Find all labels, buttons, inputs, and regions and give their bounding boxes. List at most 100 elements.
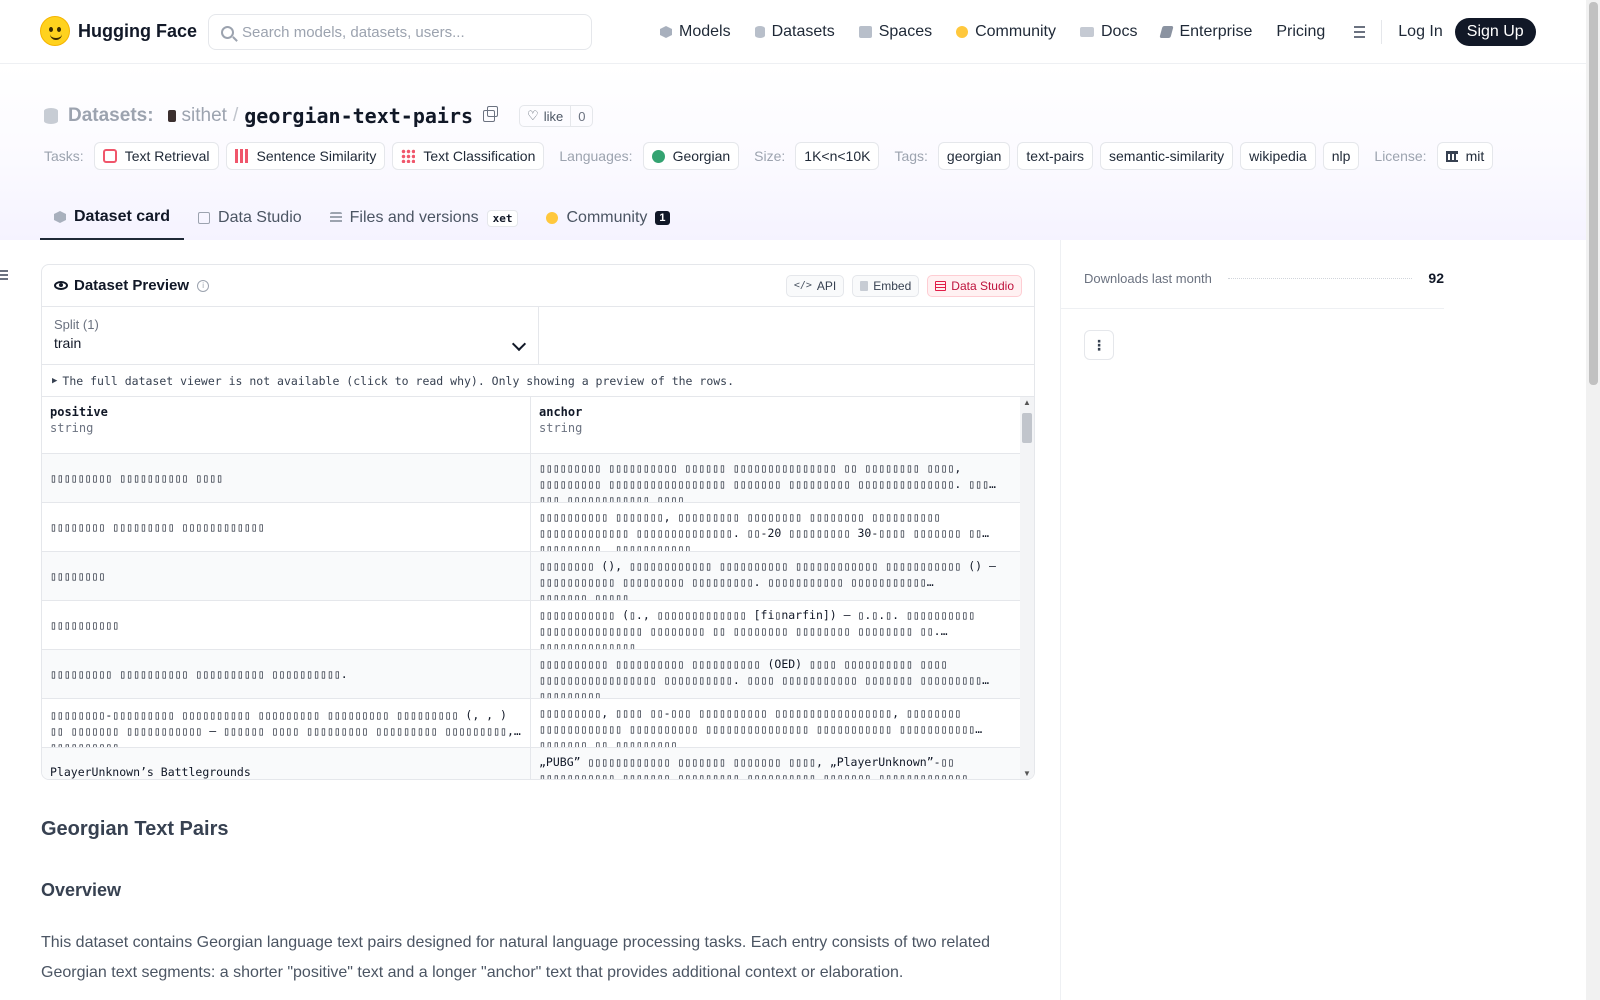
text-classification-icon (401, 149, 416, 163)
tag-chip-wikipedia[interactable]: wikipedia (1240, 142, 1316, 170)
tab-data-studio[interactable]: Data Studio (184, 196, 316, 240)
cell-positive: ▯▯▯▯▯▯▯▯▯▯ (42, 601, 531, 649)
like-label: like (543, 108, 564, 124)
nav-models-label: Models (679, 23, 731, 40)
nav-community[interactable]: Community (956, 23, 1056, 41)
tag-chip-georgian[interactable]: georgian (937, 142, 1011, 170)
cell-positive: ▯▯▯▯▯▯▯▯ ▯▯▯▯▯▯▯▯▯ ▯▯▯▯▯▯▯▯▯▯▯▯ (42, 503, 531, 551)
repo-owner-link[interactable]: sithet (182, 105, 227, 127)
table-row[interactable]: ▯▯▯▯▯▯▯▯▯ ▯▯▯▯▯▯▯▯▯▯ ▯▯▯▯▯▯▯▯▯▯ ▯▯▯▯▯▯▯▯… (42, 650, 1034, 699)
table-scrollbar[interactable]: ▲ ▼ (1020, 397, 1034, 779)
table-row[interactable]: ▯▯▯▯▯▯▯▯-▯▯▯▯▯▯▯▯▯ ▯▯▯▯▯▯▯▯▯▯ ▯▯▯▯▯▯▯▯▯ … (42, 699, 1034, 748)
info-icon[interactable]: i (197, 279, 210, 292)
tab-community[interactable]: Community 1 (532, 196, 683, 240)
search-input[interactable] (242, 23, 562, 41)
nav-docs-label: Docs (1101, 23, 1138, 40)
language-chip-label: Georgian (672, 148, 731, 164)
language-chip-georgian[interactable]: Georgian (642, 142, 740, 170)
viewer-notice-text: The full dataset viewer is not available… (62, 373, 735, 388)
license-label: License: (1374, 148, 1427, 164)
table-row[interactable]: ▯▯▯▯▯▯▯▯▯▯ ▯▯▯▯▯▯▯▯▯▯▯ (▯., ▯▯▯▯▯▯▯▯▯▯▯▯… (42, 601, 1034, 650)
table-header: positive string anchor string (42, 397, 1034, 454)
copy-icon[interactable] (483, 106, 499, 122)
task-chip-text-classification[interactable]: Text Classification (392, 142, 545, 170)
tab-files-and-versions[interactable]: Files and versions xet (316, 196, 533, 240)
task-chip-label: Text Retrieval (124, 148, 210, 164)
globe-icon (651, 149, 665, 163)
tag-row: Tasks: Text Retrieval Sentence Similarit… (44, 142, 1500, 170)
tasks-label: Tasks: (44, 148, 84, 164)
api-button[interactable]: </> API (785, 274, 845, 297)
viewer-notice[interactable]: ▶ The full dataset viewer is not availab… (42, 365, 1034, 397)
signup-button[interactable]: Sign Up (1454, 18, 1536, 46)
size-chip[interactable]: 1K<n<10K (795, 142, 880, 170)
downloads-stat: Downloads last month 92 (1084, 268, 1444, 288)
data-studio-button[interactable]: Data Studio (927, 274, 1022, 297)
breadcrumb-separator: / (232, 105, 239, 126)
cell-anchor: ▯▯▯▯▯▯▯▯▯, ▯▯▯▯ ▯▯-▯▯▯ ▯▯▯▯▯▯▯▯▯▯ ▯▯▯▯▯▯… (539, 706, 976, 747)
dataset-card-icon (54, 211, 66, 223)
column-header-positive[interactable]: positive string (42, 397, 531, 453)
nav-enterprise[interactable]: Enterprise (1159, 23, 1253, 41)
dotted-leader (1227, 277, 1413, 279)
like-count[interactable]: 0 (570, 106, 592, 126)
tag-chip-nlp[interactable]: nlp (1322, 142, 1360, 170)
docs-icon (1080, 27, 1094, 37)
embed-button[interactable]: Embed (852, 274, 920, 297)
sidebar-toggle-icon[interactable] (0, 270, 10, 280)
column-name: anchor (539, 405, 583, 419)
spaces-icon (858, 26, 872, 38)
nav-enterprise-label: Enterprise (1179, 23, 1253, 40)
more-options-button[interactable]: ⋮ (1084, 330, 1114, 360)
scroll-up-icon[interactable]: ▲ (1023, 398, 1031, 407)
heart-icon: ♡ (527, 108, 539, 123)
cell-anchor: ▯▯▯▯▯▯▯▯ (), ▯▯▯▯▯▯▯▯▯▯▯▯ ▯▯▯▯▯▯▯▯▯▯ ▯▯▯… (539, 559, 996, 600)
nav-pricing[interactable]: Pricing (1276, 23, 1325, 41)
login-link[interactable]: Log In (1398, 23, 1442, 41)
page-scrollbar-thumb[interactable] (1589, 2, 1598, 385)
scroll-down-icon[interactable]: ▼ (1023, 769, 1031, 778)
table-row[interactable]: ▯▯▯▯▯▯▯▯▯ ▯▯▯▯▯▯▯▯▯▯ ▯▯▯▯ ▯▯▯▯▯▯▯▯▯ ▯▯▯▯… (42, 454, 1034, 503)
page-scrollbar[interactable] (1586, 0, 1600, 1000)
xet-badge: xet (486, 209, 519, 227)
tag-chip-semantic-similarity[interactable]: semantic-similarity (1100, 142, 1234, 170)
brand-logo[interactable]: Hugging Face (40, 16, 197, 46)
disclosure-triangle-icon: ▶ (52, 375, 58, 386)
table-row[interactable]: PlayerUnknown’s Battlegrounds „PUBG” ▯▯▯… (42, 748, 1034, 779)
task-chip-sentence-similarity[interactable]: Sentence Similarity (225, 142, 386, 170)
overview-heading: Overview (41, 880, 122, 900)
nav-models[interactable]: Models (660, 23, 731, 41)
column-type: string (539, 421, 583, 435)
cell-anchor: ▯▯▯▯▯▯▯▯▯▯ ▯▯▯▯▯▯▯, ▯▯▯▯▯▯▯▯▯ ▯▯▯▯▯▯▯▯ ▯… (539, 510, 983, 551)
table-row[interactable]: ▯▯▯▯▯▯▯▯ ▯▯▯▯▯▯▯▯▯ ▯▯▯▯▯▯▯▯▯▯▯▯ ▯▯▯▯▯▯▯▯… (42, 503, 1034, 552)
nav-datasets[interactable]: Datasets (754, 23, 835, 41)
models-icon (660, 26, 672, 38)
tab-dataset-card[interactable]: Dataset card (40, 196, 185, 240)
community-count-badge: 1 (655, 211, 670, 225)
top-navbar: Hugging Face Models Datasets Spaces Comm… (0, 0, 1586, 64)
tab-data-studio-label: Data Studio (218, 209, 302, 226)
cell-anchor: ▯▯▯▯▯▯▯▯▯▯ ▯▯▯▯▯▯▯▯▯▯ ▯▯▯▯▯▯▯▯▯▯ (OED) ▯… (539, 657, 983, 698)
table-row[interactable]: ▯▯▯▯▯▯▯▯ ▯▯▯▯▯▯▯▯ (), ▯▯▯▯▯▯▯▯▯▯▯▯ ▯▯▯▯▯… (42, 552, 1034, 601)
tag-chip-text-pairs[interactable]: text-pairs (1017, 142, 1093, 170)
nav-spaces[interactable]: Spaces (858, 23, 933, 41)
nav-docs[interactable]: Docs (1080, 23, 1137, 41)
nav-datasets-label: Datasets (771, 23, 835, 40)
repo-type-label[interactable]: Datasets: (68, 105, 154, 127)
more-menu-icon[interactable] (1347, 26, 1366, 38)
cell-positive: ▯▯▯▯▯▯▯▯-▯▯▯▯▯▯▯▯▯ ▯▯▯▯▯▯▯▯▯▯ ▯▯▯▯▯▯▯▯▯ … (42, 699, 531, 747)
task-chip-text-retrieval[interactable]: Text Retrieval (93, 142, 219, 170)
split-label: Split (1) (54, 317, 99, 332)
search-box[interactable] (208, 14, 592, 50)
column-header-anchor[interactable]: anchor string (531, 397, 1021, 453)
license-chip-mit[interactable]: mit (1436, 142, 1494, 170)
repo-name-link[interactable]: georgian-text-pairs (244, 104, 473, 128)
nav-spaces-label: Spaces (878, 23, 933, 40)
table-scrollbar-thumb[interactable] (1022, 413, 1032, 443)
community-icon (956, 26, 969, 38)
nav-community-label: Community (975, 23, 1056, 40)
split-select[interactable]: Split (1) train (42, 307, 539, 364)
like-button[interactable]: ♡ like 0 (519, 105, 594, 127)
data-table: positive string anchor string ▯▯▯▯▯▯▯▯▯ … (42, 397, 1034, 779)
repo-tabs: Dataset card Data Studio Files and versi… (40, 196, 684, 240)
